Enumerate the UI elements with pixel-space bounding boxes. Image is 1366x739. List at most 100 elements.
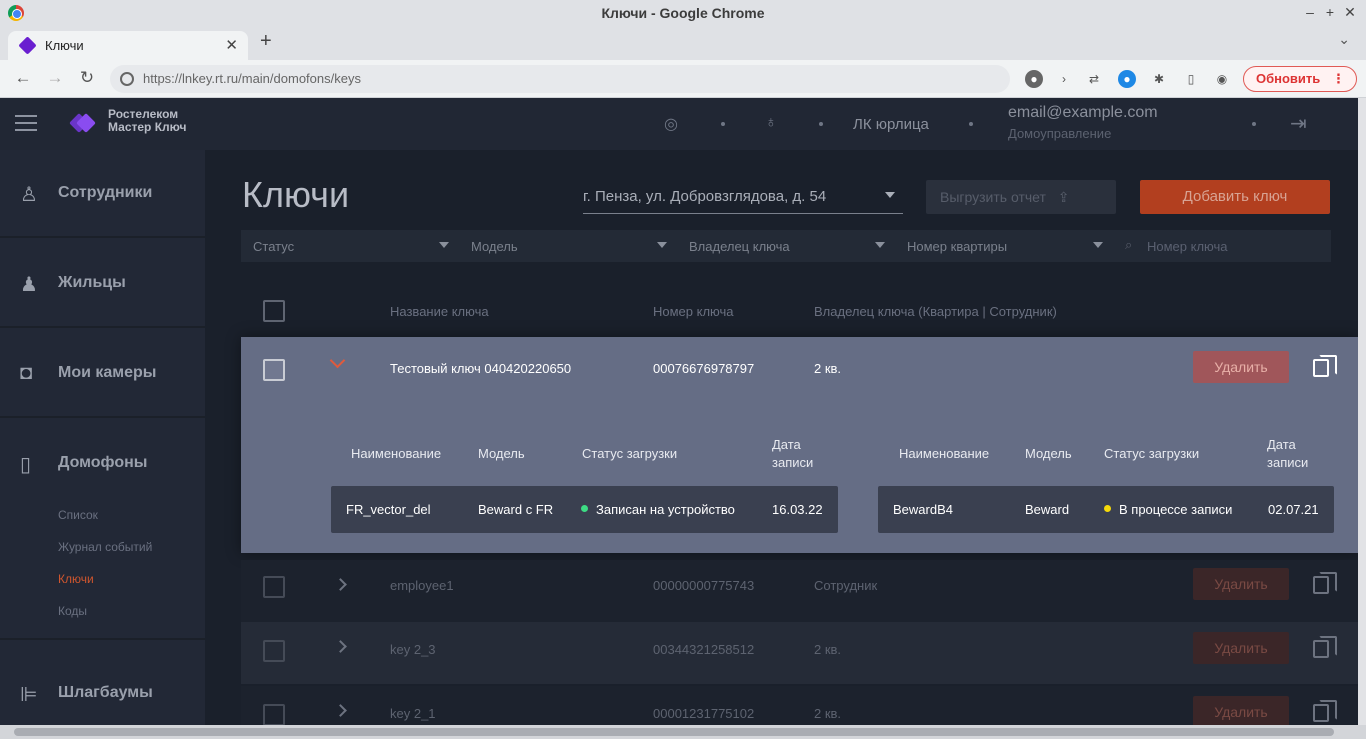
back-arrow-icon[interactable]: ←: [12, 68, 34, 88]
separator-dot: [1252, 122, 1256, 126]
table-row[interactable]: employee1 00000000775743 Сотрудник Удали…: [241, 560, 1358, 622]
separator-dot: [819, 122, 823, 126]
column-key-owner: Владелец ключа (Квартира | Сотрудник): [814, 304, 1057, 319]
sidebar: ♙ Сотрудники ♟ Жильцы ◘ Мои камеры ▯ Дом…: [0, 150, 205, 725]
sidebar-item-cameras[interactable]: ◘ Мои камеры: [0, 330, 205, 418]
chevron-right-icon[interactable]: [334, 704, 347, 717]
search-key-input[interactable]: ⌕ Номер ключа: [1121, 230, 1331, 262]
copy-icon[interactable]: [1313, 355, 1337, 377]
copy-icon[interactable]: [1313, 700, 1337, 722]
sidebar-sub-keys[interactable]: Ключи: [58, 572, 94, 586]
device-status: Записан на устройство: [596, 502, 735, 517]
status-dot-icon: [581, 505, 588, 512]
device-column-model: Модель: [1025, 446, 1072, 461]
sidebar-sub-list[interactable]: Список: [58, 508, 98, 522]
address-select-value: г. Пенза, ул. Добровзглядова, д. 54: [583, 188, 827, 205]
account-icon[interactable]: ◉: [1213, 70, 1231, 88]
tab-search-chevron-icon[interactable]: ⌄: [1338, 31, 1350, 48]
table-row-expanded[interactable]: Тестовый ключ 040420220650 0007667697879…: [241, 337, 1358, 553]
device-date: 16.03.22: [772, 502, 823, 517]
main-content: Ключи г. Пенза, ул. Добровзглядова, д. 5…: [205, 150, 1358, 725]
tab-keys[interactable]: Ключи ✕: [8, 31, 248, 60]
account-type[interactable]: ЛК юрлица: [853, 116, 929, 133]
user-org: Домоуправление: [1008, 126, 1112, 141]
separator-dot: [721, 122, 725, 126]
horizontal-scrollbar[interactable]: [0, 725, 1366, 739]
user-email[interactable]: email@example.com: [1008, 104, 1158, 122]
table-row[interactable]: key 2_3 00344321258512 2 кв. Удалить: [241, 622, 1358, 684]
microphone-icon[interactable]: ♁: [765, 114, 777, 132]
address-select[interactable]: г. Пенза, ул. Добровзглядова, д. 54: [583, 188, 903, 214]
sidebar-item-residents[interactable]: ♟ Жильцы: [0, 240, 205, 328]
upload-icon: ⇪: [1057, 189, 1070, 205]
close-window-button[interactable]: ✕: [1340, 4, 1360, 21]
sidebar-item-barriers[interactable]: ⊫ Шлагбаумы: [0, 650, 205, 725]
update-button[interactable]: Обновить ⋮: [1243, 66, 1357, 92]
side-panel-icon[interactable]: ▯: [1182, 70, 1200, 88]
address-bar[interactable]: https://lnkey.rt.ru/main/domofons/keys: [110, 65, 1010, 93]
hamburger-menu-icon[interactable]: [15, 115, 37, 131]
chevron-right-icon[interactable]: [334, 578, 347, 591]
sidebar-sub-codes[interactable]: Коды: [58, 604, 87, 618]
key-owner: 2 кв.: [814, 642, 842, 657]
select-all-checkbox[interactable]: [263, 300, 285, 322]
delete-button[interactable]: Удалить: [1193, 568, 1289, 600]
sidebar-item-employees[interactable]: ♙ Сотрудники: [0, 150, 205, 238]
maximize-button[interactable]: +: [1320, 4, 1340, 20]
row-checkbox[interactable]: [263, 576, 285, 598]
export-report-button[interactable]: Выгрузить отчет ⇪: [926, 180, 1116, 214]
caret-down-icon: [1093, 242, 1103, 248]
sidebar-item-intercoms[interactable]: ▯ Домофоны Список Журнал событий Ключи К…: [0, 420, 205, 640]
copy-icon[interactable]: [1313, 572, 1337, 594]
key-owner: Сотрудник: [814, 578, 878, 593]
brand-logo-icon[interactable]: [69, 110, 96, 136]
vertical-scrollbar[interactable]: [1358, 98, 1366, 725]
logout-icon[interactable]: ⇥: [1290, 111, 1307, 136]
forward-arrow-icon[interactable]: →: [44, 68, 66, 88]
key-number: 00000000775743: [653, 578, 755, 593]
column-key-number: Номер ключа: [653, 304, 734, 319]
site-info-icon[interactable]: [120, 72, 134, 86]
update-label: Обновить: [1256, 71, 1321, 86]
reload-icon[interactable]: ↻: [76, 68, 98, 88]
camera-icon: ◘: [20, 362, 33, 384]
filter-status[interactable]: Статус: [241, 230, 459, 262]
globe-icon[interactable]: ◎: [664, 114, 678, 134]
menu-dots-icon: ⋮: [1331, 71, 1345, 86]
separator-dot: [969, 122, 973, 126]
new-tab-button[interactable]: +: [260, 30, 272, 53]
page-title: Ключи: [242, 174, 350, 215]
device-model: Beward с FR: [478, 502, 554, 517]
extension-icon[interactable]: ●: [1025, 70, 1043, 88]
filter-owner[interactable]: Владелец ключа: [677, 230, 895, 262]
delete-button[interactable]: Удалить: [1193, 351, 1289, 383]
table-header: Название ключа Номер ключа Владелец ключ…: [241, 300, 1331, 326]
chevron-down-icon[interactable]: [329, 352, 346, 369]
delete-button[interactable]: Удалить: [1193, 696, 1289, 725]
delete-button[interactable]: Удалить: [1193, 632, 1289, 664]
device-date: 02.07.21: [1268, 502, 1319, 517]
filter-bar: Статус Модель Владелец ключа Номер кварт…: [241, 230, 1331, 262]
copy-icon[interactable]: [1313, 636, 1337, 658]
scrollbar-thumb[interactable]: [14, 728, 1334, 736]
row-checkbox[interactable]: [263, 359, 285, 381]
add-key-button[interactable]: Добавить ключ: [1140, 180, 1330, 214]
device-column-date: Дата записи: [1267, 437, 1309, 470]
device-column-model: Модель: [478, 446, 525, 461]
minimize-button[interactable]: –: [1300, 4, 1320, 20]
translate-icon[interactable]: ⇄: [1085, 70, 1103, 88]
filter-model[interactable]: Модель: [459, 230, 677, 262]
profile-extension-icon[interactable]: ●: [1118, 70, 1136, 88]
table-row[interactable]: key 2_1 00001231775102 2 кв. Удалить: [241, 686, 1358, 725]
sidebar-sub-events[interactable]: Журнал событий: [58, 540, 152, 554]
chevron-right-icon[interactable]: ›: [1055, 70, 1073, 88]
window-titlebar: Ключи - Google Chrome – + ✕: [0, 0, 1366, 27]
puzzle-icon[interactable]: ✱: [1150, 70, 1168, 88]
brand-name: Ростелеком Мастер Ключ: [108, 107, 187, 134]
row-checkbox[interactable]: [263, 640, 285, 662]
row-checkbox[interactable]: [263, 704, 285, 725]
filter-apartment[interactable]: Номер квартиры: [895, 230, 1113, 262]
device-status: В процессе записи: [1119, 502, 1233, 517]
close-tab-icon[interactable]: ✕: [225, 36, 238, 54]
chevron-right-icon[interactable]: [334, 640, 347, 653]
